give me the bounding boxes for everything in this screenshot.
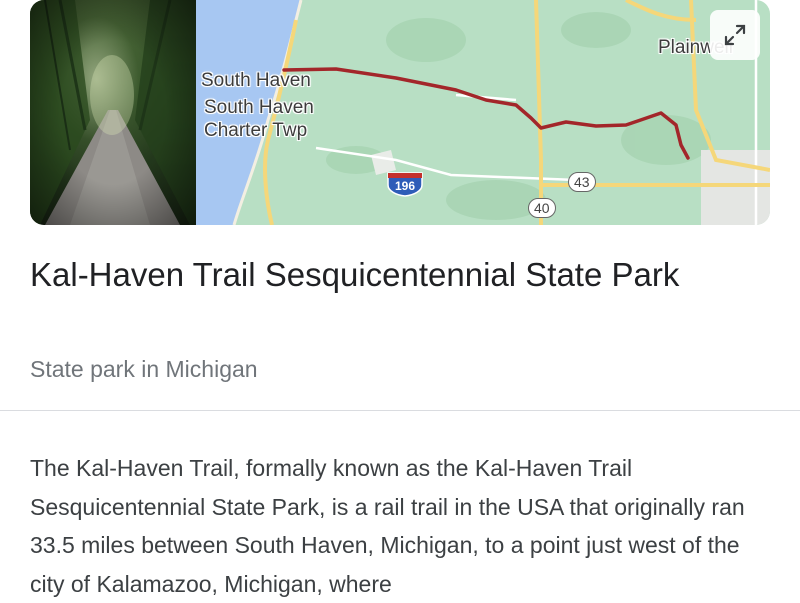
place-subtitle: State park in Michigan [30, 356, 258, 382]
interstate-196-shield-icon: 196 [387, 172, 423, 197]
section-divider [0, 410, 800, 411]
expand-map-button[interactable] [710, 10, 760, 60]
map-preview[interactable]: South Haven South Haven Charter Twp Plai… [196, 0, 770, 225]
trail-photo[interactable] [30, 0, 196, 225]
route-40-shield: 40 [528, 198, 556, 218]
photo-vignette [30, 0, 196, 225]
route-196-label: 196 [395, 179, 415, 193]
place-title: Kal-Haven Trail Sesquicentennial State P… [30, 256, 680, 293]
place-media[interactable]: South Haven South Haven Charter Twp Plai… [30, 0, 770, 225]
expand-icon [724, 24, 746, 46]
map-label-charter-twp: South Haven Charter Twp [204, 97, 314, 141]
place-description: The Kal-Haven Trail, formally known as t… [30, 455, 745, 597]
route-43-shield: 43 [568, 172, 596, 192]
map-label-south-haven: South Haven [201, 70, 311, 91]
